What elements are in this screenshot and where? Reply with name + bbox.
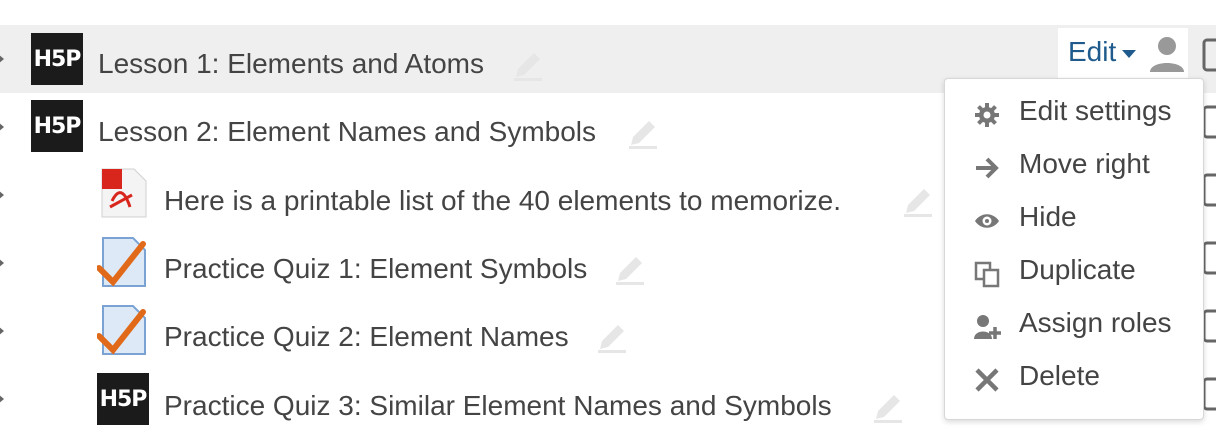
drag-handle-icon[interactable]: [0, 392, 6, 406]
menu-item-assign-roles[interactable]: Assign roles: [945, 301, 1203, 353]
menu-item-delete[interactable]: Delete: [945, 354, 1203, 406]
caret-down-icon: [1122, 50, 1136, 58]
completion-checkbox-icon[interactable]: [1200, 38, 1216, 74]
menu-item-label: Assign roles: [1019, 307, 1172, 338]
menu-item-move-right[interactable]: Move right: [945, 142, 1203, 194]
activity-link[interactable]: Practice Quiz 3: Similar Element Names a…: [164, 390, 832, 422]
menu-item-label: Move right: [1019, 148, 1150, 179]
menu-item-hide[interactable]: Hide: [945, 195, 1203, 247]
activity-link[interactable]: Here is a printable list of the 40 eleme…: [164, 185, 841, 217]
delete-icon: [973, 366, 1001, 394]
edit-menu-trigger[interactable]: Edit: [1058, 28, 1188, 78]
edit-title-pencil-icon[interactable]: [900, 183, 936, 219]
arrow-right-icon: [973, 154, 1001, 182]
activity-link[interactable]: Practice Quiz 1: Element Symbols: [164, 253, 587, 285]
h5p-icon: H5P: [31, 33, 83, 85]
menu-item-label: Delete: [1019, 360, 1100, 391]
activity-link[interactable]: Lesson 2: Element Names and Symbols: [98, 116, 596, 148]
menu-item-duplicate[interactable]: Duplicate: [945, 248, 1203, 300]
menu-item-label: Duplicate: [1019, 254, 1136, 285]
activity-link[interactable]: Lesson 1: Elements and Atoms: [98, 48, 484, 80]
menu-item-edit-settings[interactable]: Edit settings: [945, 89, 1203, 141]
drag-handle-icon[interactable]: [0, 256, 6, 270]
duplicate-icon: [973, 260, 1001, 288]
quiz-icon: [96, 304, 149, 356]
edit-title-pencil-icon[interactable]: [510, 47, 546, 83]
activity-link[interactable]: Practice Quiz 2: Element Names: [164, 321, 569, 353]
quiz-icon: [96, 236, 149, 288]
drag-handle-icon[interactable]: [0, 188, 6, 202]
user-icon[interactable]: [1148, 34, 1186, 72]
gear-icon: [973, 101, 1001, 129]
drag-handle-icon[interactable]: [0, 120, 6, 134]
edit-title-pencil-icon[interactable]: [870, 389, 906, 425]
h5p-icon: H5P: [31, 100, 83, 152]
menu-item-label: Hide: [1019, 201, 1077, 232]
edit-dropdown-menu: Edit settings Move right Hide Duplicate: [944, 78, 1204, 420]
edit-title-pencil-icon[interactable]: [594, 319, 630, 355]
pdf-file-icon: [98, 167, 150, 219]
edit-title-pencil-icon[interactable]: [625, 115, 661, 151]
edit-menu-label: Edit: [1068, 36, 1117, 67]
h5p-icon: H5P: [97, 373, 149, 425]
edit-title-pencil-icon[interactable]: [612, 251, 648, 287]
eye-icon: [973, 207, 1001, 235]
assign-role-icon: [973, 313, 1001, 341]
drag-handle-icon[interactable]: [0, 324, 6, 338]
drag-handle-icon[interactable]: [0, 52, 6, 66]
menu-item-label: Edit settings: [1019, 95, 1172, 126]
